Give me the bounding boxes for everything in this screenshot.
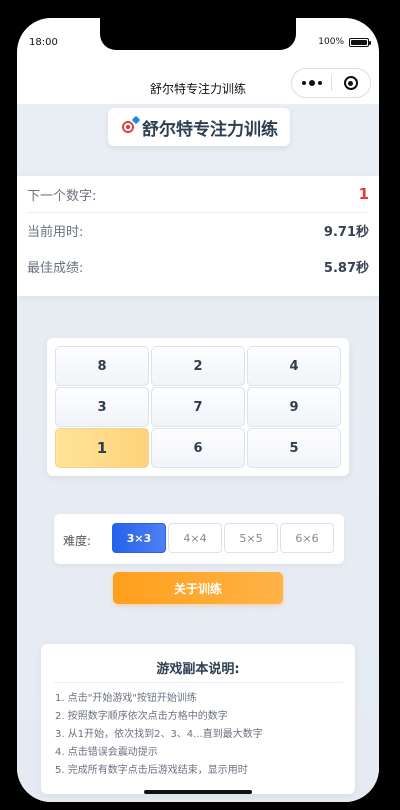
next-number-label: 下一个数字: [27,188,97,204]
difficulty-option-4x4[interactable]: 4×4 [168,523,222,553]
grid-cell-highlighted[interactable]: 1 [55,428,149,468]
notch [100,18,296,50]
phone-screen: 18:00 100% 舒尔特专注力训练 舒尔特专注力训练 下一个数字: 1 当前… [17,18,379,802]
instructions-divider [53,682,343,683]
instructions-title: 游戏副本说明: [156,662,240,677]
instructions-list: 1. 点击"开始游戏"按钮开始训练 2. 按照数字顺序依次点击方格中的数字 3.… [55,690,347,780]
next-number-row: 下一个数字: 1 [27,176,369,213]
difficulty-option-5x5[interactable]: 5×5 [224,523,278,553]
about-training-button[interactable]: 关于训练 [113,572,283,604]
instruction-item: 4. 点击错误会震动提示 [55,747,158,758]
schulte-grid: 8 2 4 3 7 9 1 6 5 [47,338,349,476]
grid-cell[interactable]: 9 [247,387,341,427]
grid-cell[interactable]: 4 [247,346,341,386]
difficulty-option-6x6[interactable]: 6×6 [280,523,334,553]
grid-cell[interactable]: 8 [55,346,149,386]
instruction-item: 3. 从1开始，依次找到2、3、4...直到最大数字 [55,729,263,740]
difficulty-selector: 难度: 3×3 4×4 5×5 6×6 [54,514,344,564]
instructions-card: 游戏副本说明: 1. 点击"开始游戏"按钮开始训练 2. 按照数字顺序依次点击方… [41,644,355,794]
battery-icon [349,37,371,47]
best-score-label: 最佳成绩: [27,260,84,276]
instruction-item: 2. 按照数字顺序依次点击方格中的数字 [55,711,228,722]
grid-cell[interactable]: 6 [151,428,245,468]
navbar: 舒尔特专注力训练 [17,52,379,104]
instruction-item: 5. 完成所有数字点击后游戏结束，显示用时 [55,765,248,776]
target-close-icon [343,76,358,90]
best-score-row: 最佳成绩: 5.87秒 [27,248,369,284]
battery-percent: 100% [318,37,344,47]
difficulty-label: 难度: [63,534,92,548]
mini-program-capsule [291,68,371,98]
instruction-item: 1. 点击"开始游戏"按钮开始训练 [55,693,197,704]
target-icon [120,119,136,135]
main-content: 舒尔特专注力训练 下一个数字: 1 当前用时: 9.71秒 最佳成绩: 5.87… [17,104,379,802]
current-time-row: 当前用时: 9.71秒 [27,212,369,248]
close-miniprogram-button[interactable] [332,76,370,90]
difficulty-option-3x3[interactable]: 3×3 [112,523,166,553]
status-time: 18:00 [29,37,58,48]
grid-cell[interactable]: 7 [151,387,245,427]
page-title: 舒尔特专注力训练 [142,119,278,140]
next-number-value: 1 [358,185,369,203]
current-time-value: 9.71秒 [323,224,369,240]
grid-cell[interactable]: 3 [55,387,149,427]
title-card: 舒尔特专注力训练 [108,108,290,146]
status-right: 100% [318,37,371,47]
grid-cell[interactable]: 2 [151,346,245,386]
stats-card: 下一个数字: 1 当前用时: 9.71秒 最佳成绩: 5.87秒 [17,176,379,296]
best-score-value: 5.87秒 [323,260,369,276]
more-icon[interactable] [292,80,331,86]
current-time-label: 当前用时: [27,224,84,240]
grid-cell[interactable]: 5 [247,428,341,468]
home-indicator [144,790,252,794]
